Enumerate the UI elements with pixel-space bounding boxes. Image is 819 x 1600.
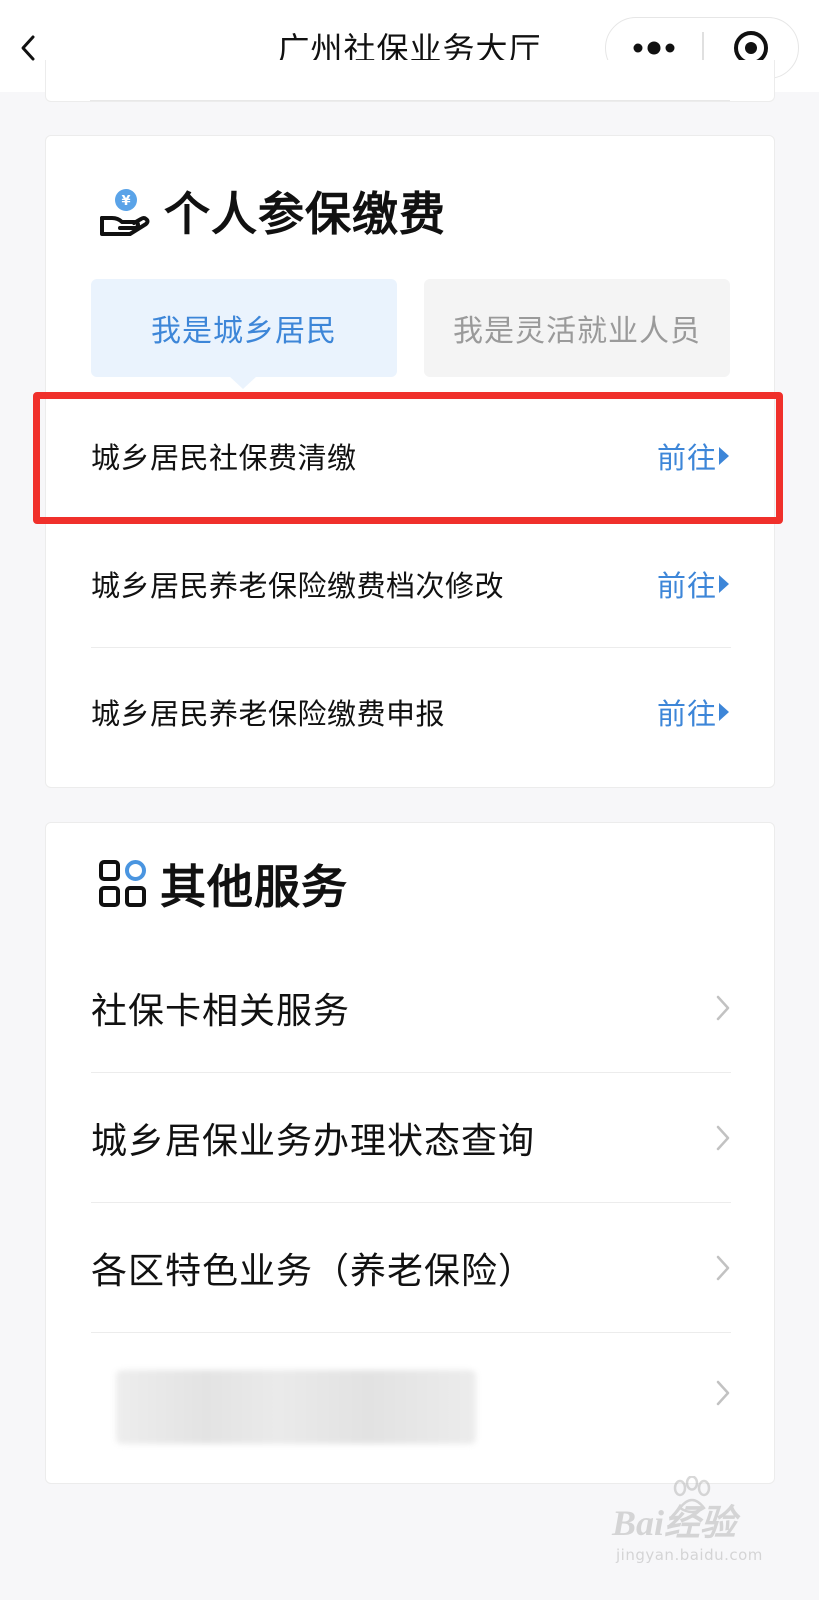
list-item-status-query[interactable]: 城乡居保业务办理状态查询 bbox=[91, 1073, 731, 1203]
watermark-brand: Bai经验 bbox=[612, 1503, 737, 1543]
list-item-fee-settlement[interactable]: 城乡居民社保费清缴 前往 bbox=[91, 392, 731, 520]
list-item-social-card[interactable]: 社保卡相关服务 bbox=[91, 943, 731, 1073]
list-item-grade-change[interactable]: 城乡居民养老保险缴费档次修改 前往 bbox=[91, 520, 731, 648]
divider bbox=[90, 100, 730, 101]
personal-payment-card: ¥ 个人参保缴费 我是城乡居民 我是灵活就业人员 城乡居民社保费清缴 前往 城乡… bbox=[45, 135, 775, 788]
svg-text:¥: ¥ bbox=[121, 194, 130, 209]
go-link[interactable]: 前往 bbox=[657, 691, 731, 733]
watermark-site: jingyan.baidu.com bbox=[616, 1546, 763, 1564]
section-header: 其他服务 bbox=[98, 851, 348, 917]
list-item-label: 城乡居民养老保险缴费申报 bbox=[91, 697, 446, 731]
list-item-district-services[interactable]: 各区特色业务（养老保险） bbox=[91, 1203, 731, 1333]
more-dots-icon bbox=[633, 41, 675, 55]
caret-right-icon bbox=[719, 703, 729, 721]
tab-flexible-employment[interactable]: 我是灵活就业人员 bbox=[424, 279, 730, 377]
tab-urban-rural-resident[interactable]: 我是城乡居民 bbox=[91, 279, 397, 377]
other-services-card: 其他服务 社保卡相关服务 城乡居保业务办理状态查询 各区特色业务（养老保险） bbox=[45, 822, 775, 1484]
watermark: Bai经验 jingyan.baidu.com bbox=[612, 1476, 772, 1566]
list-item-label: 城乡居民社保费清缴 bbox=[91, 441, 357, 475]
blurred-label bbox=[116, 1370, 476, 1444]
section-title: 其他服务 bbox=[160, 860, 348, 914]
list-item-blurred[interactable] bbox=[91, 1328, 731, 1458]
chevron-right-icon bbox=[716, 995, 730, 1021]
section-title: 个人参保缴费 bbox=[164, 187, 446, 241]
go-link[interactable]: 前往 bbox=[657, 563, 731, 605]
previous-card-fragment bbox=[45, 60, 775, 102]
chevron-right-icon bbox=[716, 1125, 730, 1151]
list-item-label: 城乡居民养老保险缴费档次修改 bbox=[91, 569, 505, 603]
chevron-right-icon bbox=[716, 1255, 730, 1281]
section-header: ¥ 个人参保缴费 bbox=[98, 178, 446, 244]
chevron-right-icon bbox=[716, 1380, 730, 1406]
tab-pointer bbox=[229, 376, 257, 389]
list-item-label: 城乡居保业务办理状态查询 bbox=[91, 1121, 536, 1162]
list-item-payment-declaration[interactable]: 城乡居民养老保险缴费申报 前往 bbox=[91, 648, 731, 776]
go-link[interactable]: 前往 bbox=[657, 435, 731, 477]
list-item-label: 各区特色业务（养老保险） bbox=[91, 1251, 536, 1292]
grid-apps-icon bbox=[99, 860, 146, 907]
hand-money-icon: ¥ bbox=[100, 189, 150, 236]
list-item-label: 社保卡相关服务 bbox=[91, 991, 351, 1032]
caret-right-icon bbox=[719, 575, 729, 593]
caret-right-icon bbox=[719, 447, 729, 465]
